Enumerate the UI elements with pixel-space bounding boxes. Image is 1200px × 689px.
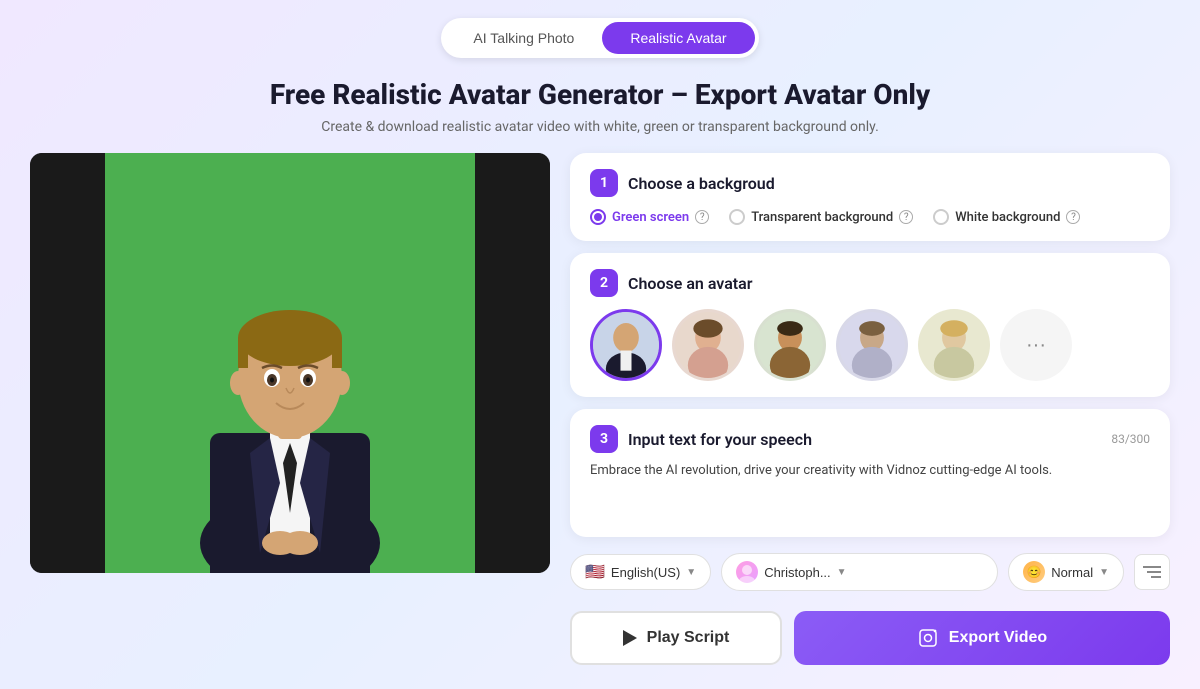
avatar-list: ··· — [590, 309, 1150, 381]
radio-green-circle — [590, 209, 606, 225]
speed-label: Normal — [1051, 565, 1093, 580]
white-label: White background — [955, 210, 1060, 225]
export-video-label: Export Video — [949, 629, 1047, 647]
step3-card: 3 Input text for your speech 83/300 Embr… — [570, 409, 1170, 537]
avatar-thumb-5[interactable] — [918, 309, 990, 381]
white-help-icon[interactable]: ? — [1066, 210, 1080, 224]
play-script-label: Play Script — [647, 629, 730, 647]
step2-header: 2 Choose an avatar — [590, 269, 1150, 297]
speed-icon: 😊 — [1023, 561, 1045, 583]
video-black-left — [30, 153, 105, 573]
voice-avatar-icon — [736, 561, 758, 583]
green-screen-label: Green screen — [612, 210, 689, 225]
main-content: 1 Choose a backgroud Green screen ? Tran… — [0, 153, 1200, 685]
play-script-button[interactable]: Play Script — [570, 611, 782, 665]
hero-subtitle: Create & download realistic avatar video… — [0, 119, 1200, 135]
video-black-right — [475, 153, 550, 573]
video-preview — [30, 153, 550, 573]
radio-green-screen[interactable]: Green screen ? — [590, 209, 709, 225]
hero-title: Free Realistic Avatar Generator – Export… — [0, 78, 1200, 111]
play-icon — [623, 630, 637, 646]
avatar-thumb-4[interactable] — [836, 309, 908, 381]
speech-text[interactable]: Embrace the AI revolution, drive your cr… — [590, 461, 1150, 521]
step3-title: Input text for your speech — [628, 430, 812, 449]
transparent-help-icon[interactable]: ? — [899, 210, 913, 224]
voice-dropdown[interactable]: Christoph... ▼ — [721, 553, 998, 591]
export-icon — [917, 627, 939, 649]
right-panel: 1 Choose a backgroud Green screen ? Tran… — [570, 153, 1170, 665]
tab-realistic-avatar[interactable]: Realistic Avatar — [602, 22, 754, 54]
voice-chevron-icon: ▼ — [837, 567, 847, 578]
green-help-icon[interactable]: ? — [695, 210, 709, 224]
voice-label: Christoph... — [764, 565, 830, 580]
top-nav: AI Talking Photo Realistic Avatar — [0, 0, 1200, 70]
step2-card: 2 Choose an avatar — [570, 253, 1170, 397]
lines-icon — [1143, 565, 1161, 579]
step1-card: 1 Choose a backgroud Green screen ? Tran… — [570, 153, 1170, 241]
avatar-thumb-2[interactable] — [672, 309, 744, 381]
step1-title: Choose a backgroud — [628, 174, 775, 193]
step2-title: Choose an avatar — [628, 274, 753, 293]
bg-options: Green screen ? Transparent background ? … — [590, 209, 1150, 225]
radio-transparent-circle — [729, 209, 745, 225]
hero-section: Free Realistic Avatar Generator – Export… — [0, 70, 1200, 153]
language-label: English(US) — [611, 565, 680, 580]
tab-switcher: AI Talking Photo Realistic Avatar — [441, 18, 758, 58]
radio-white[interactable]: White background ? — [933, 209, 1080, 225]
char-count: 83/300 — [1111, 432, 1150, 446]
language-dropdown[interactable]: 🇺🇸 English(US) ▼ — [570, 554, 711, 590]
avatar-thumb-3[interactable] — [754, 309, 826, 381]
menu-icon-button[interactable] — [1134, 554, 1170, 590]
step3-header-row: 3 Input text for your speech 83/300 — [590, 425, 1150, 453]
speed-dropdown[interactable]: 😊 Normal ▼ — [1008, 553, 1124, 591]
step1-badge: 1 — [590, 169, 618, 197]
bottom-controls: 🇺🇸 English(US) ▼ Christoph... ▼ 😊 Normal… — [570, 553, 1170, 591]
action-buttons: Play Script Export Video — [570, 611, 1170, 665]
language-chevron-icon: ▼ — [686, 567, 696, 578]
avatar-thumb-1[interactable] — [590, 309, 662, 381]
flag-icon: 🇺🇸 — [585, 562, 605, 582]
step1-header: 1 Choose a backgroud — [590, 169, 1150, 197]
export-video-button[interactable]: Export Video — [794, 611, 1170, 665]
tab-talking-photo[interactable]: AI Talking Photo — [445, 22, 602, 54]
more-avatars-button[interactable]: ··· — [1000, 309, 1072, 381]
step2-badge: 2 — [590, 269, 618, 297]
step3-header: 3 Input text for your speech — [590, 425, 1101, 453]
avatar-figure — [150, 173, 430, 573]
speed-chevron-icon: ▼ — [1099, 567, 1109, 578]
radio-transparent[interactable]: Transparent background ? — [729, 209, 913, 225]
radio-white-circle — [933, 209, 949, 225]
transparent-label: Transparent background — [751, 210, 893, 225]
step3-badge: 3 — [590, 425, 618, 453]
